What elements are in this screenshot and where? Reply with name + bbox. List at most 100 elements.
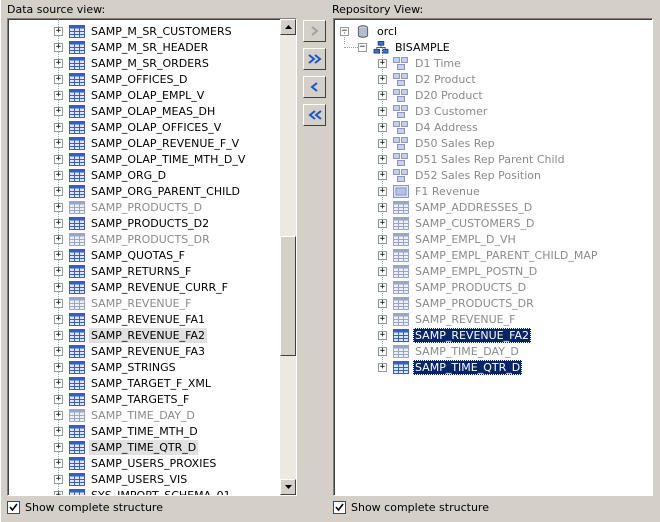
list-item[interactable]: + SAMP_OLAP_OFFICES_V: [54, 119, 223, 135]
expand-icon[interactable]: +: [378, 282, 387, 292]
list-item[interactable]: + SAMP_PRODUCTS_DR: [378, 295, 536, 311]
list-item[interactable]: + SAMP_USERS_VIS: [54, 471, 189, 487]
expand-icon[interactable]: +: [378, 138, 387, 148]
expand-icon[interactable]: +: [54, 106, 63, 116]
list-item[interactable]: + SAMP_REVENUE_FA3: [54, 343, 207, 359]
expand-icon[interactable]: +: [378, 58, 387, 68]
expand-icon[interactable]: +: [54, 362, 63, 372]
expand-icon[interactable]: +: [378, 298, 387, 308]
expand-icon[interactable]: +: [378, 266, 387, 276]
expand-icon[interactable]: +: [378, 90, 387, 100]
expand-icon[interactable]: +: [54, 442, 63, 452]
expand-icon[interactable]: +: [54, 218, 63, 228]
expand-icon[interactable]: +: [54, 250, 63, 260]
expand-icon[interactable]: +: [54, 474, 63, 484]
list-item[interactable]: + SAMP_TIME_MTH_D: [54, 423, 200, 439]
list-item[interactable]: + SAMP_M_SR_ORDERS: [54, 55, 211, 71]
expand-icon[interactable]: +: [378, 154, 387, 164]
list-item[interactable]: + SAMP_PRODUCTS_D2: [54, 215, 211, 231]
collapse-icon[interactable]: −: [358, 42, 367, 52]
list-item[interactable]: + SAMP_OLAP_EMPL_V: [54, 87, 206, 103]
left-show-complete-structure-checkbox[interactable]: [7, 501, 20, 514]
expand-icon[interactable]: +: [378, 74, 387, 84]
list-item[interactable]: + D4 Address: [378, 119, 480, 135]
list-item[interactable]: + SAMP_REVENUE_FA1: [54, 311, 207, 327]
expand-icon[interactable]: +: [54, 186, 63, 196]
list-item[interactable]: + SAMP_PRODUCTS_DR: [54, 231, 212, 247]
expand-icon[interactable]: +: [54, 122, 63, 132]
list-item[interactable]: + SAMP_EMPL_PARENT_CHILD_MAP: [378, 247, 599, 263]
list-item[interactable]: + SAMP_STRINGS: [54, 359, 178, 375]
expand-icon[interactable]: +: [54, 74, 63, 84]
remove-button[interactable]: [303, 76, 326, 98]
expand-icon[interactable]: +: [54, 410, 63, 420]
expand-icon[interactable]: +: [378, 106, 387, 116]
list-item[interactable]: + D20 Product: [378, 87, 485, 103]
list-item[interactable]: + SAMP_TIME_DAY_D: [378, 343, 521, 359]
expand-icon[interactable]: +: [54, 330, 63, 340]
expand-icon[interactable]: +: [378, 122, 387, 132]
list-item[interactable]: + SAMP_REVENUE_FA2: [54, 327, 207, 343]
list-item[interactable]: + SAMP_CUSTOMERS_D: [378, 215, 536, 231]
list-item[interactable]: + SAMP_ORG_D: [54, 167, 168, 183]
expand-icon[interactable]: +: [54, 202, 63, 212]
data-source-tree[interactable]: + SAMP_M_SR_CUSTOMERS + SAMP_M_SR_HEADER + SA…: [7, 18, 297, 496]
list-item[interactable]: + SAMP_REVENUE_F: [54, 295, 193, 311]
list-item[interactable]: + SAMP_M_SR_CUSTOMERS: [54, 23, 234, 39]
list-item[interactable]: + D3 Customer: [378, 103, 489, 119]
list-item[interactable]: + SAMP_ADDRESSES_D: [378, 199, 534, 215]
expand-icon[interactable]: +: [54, 314, 63, 324]
expand-icon[interactable]: +: [378, 250, 387, 260]
expand-icon[interactable]: +: [378, 170, 387, 180]
expand-icon[interactable]: +: [54, 298, 63, 308]
expand-icon[interactable]: +: [54, 42, 63, 52]
list-item[interactable]: + SAMP_OLAP_REVENUE_F_V: [54, 135, 241, 151]
scroll-down-button[interactable]: [280, 479, 296, 495]
repository-tree[interactable]: − orcl − BISAMPLE + D1 Time + D2 Product + D20 Pr…: [333, 18, 653, 496]
expand-icon[interactable]: +: [54, 170, 63, 180]
expand-icon[interactable]: +: [378, 346, 387, 356]
list-item[interactable]: + SAMP_M_SR_HEADER: [54, 39, 210, 55]
list-item[interactable]: + SYS_IMPORT_SCHEMA_01: [54, 487, 233, 495]
expand-icon[interactable]: +: [378, 362, 387, 372]
expand-icon[interactable]: +: [54, 90, 63, 100]
expand-icon[interactable]: +: [378, 202, 387, 212]
expand-icon[interactable]: +: [54, 138, 63, 148]
tree-root-orcl[interactable]: − orcl: [340, 23, 399, 39]
list-item[interactable]: + SAMP_PRODUCTS_D: [378, 279, 528, 295]
list-item[interactable]: + SAMP_TARGET_F_XML: [54, 375, 213, 391]
right-show-complete-structure[interactable]: Show complete structure: [333, 501, 489, 514]
expand-icon[interactable]: +: [378, 314, 387, 324]
list-item[interactable]: + SAMP_REVENUE_CURR_F: [54, 279, 230, 295]
list-item[interactable]: + SAMP_EMPL_POSTN_D: [378, 263, 539, 279]
list-item[interactable]: + SAMP_RETURNS_F: [54, 263, 193, 279]
list-item[interactable]: + SAMP_TIME_QTR_D: [378, 359, 523, 375]
vertical-scrollbar[interactable]: [280, 19, 296, 495]
expand-icon[interactable]: +: [54, 458, 63, 468]
list-item[interactable]: + SAMP_REVENUE_FA2: [378, 327, 531, 343]
expand-icon[interactable]: +: [378, 186, 387, 196]
expand-icon[interactable]: +: [54, 234, 63, 244]
expand-icon[interactable]: +: [54, 426, 63, 436]
list-item[interactable]: + D2 Product: [378, 71, 478, 87]
expand-icon[interactable]: +: [378, 218, 387, 228]
list-item[interactable]: + D50 Sales Rep: [378, 135, 497, 151]
list-item[interactable]: + SAMP_QUOTAS_F: [54, 247, 187, 263]
list-item[interactable]: + D1 Time: [378, 55, 463, 71]
list-item[interactable]: + D51 Sales Rep Parent Child: [378, 151, 567, 167]
expand-icon[interactable]: +: [54, 394, 63, 404]
add-button[interactable]: [303, 20, 326, 42]
list-item[interactable]: + SAMP_OFFICES_D: [54, 71, 189, 87]
list-item[interactable]: + D52 Sales Rep Position: [378, 167, 543, 183]
expand-icon[interactable]: +: [54, 346, 63, 356]
list-item[interactable]: + SAMP_OLAP_TIME_MTH_D_V: [54, 151, 247, 167]
expand-icon[interactable]: +: [54, 154, 63, 164]
expand-icon[interactable]: +: [54, 26, 63, 36]
expand-icon[interactable]: +: [378, 330, 387, 340]
expand-icon[interactable]: +: [54, 490, 63, 495]
remove-all-button[interactable]: [303, 104, 326, 126]
list-item[interactable]: + SAMP_PRODUCTS_D: [54, 199, 204, 215]
expand-icon[interactable]: +: [378, 234, 387, 244]
list-item[interactable]: + SAMP_OLAP_MEAS_DH: [54, 103, 217, 119]
add-all-button[interactable]: [303, 48, 326, 70]
